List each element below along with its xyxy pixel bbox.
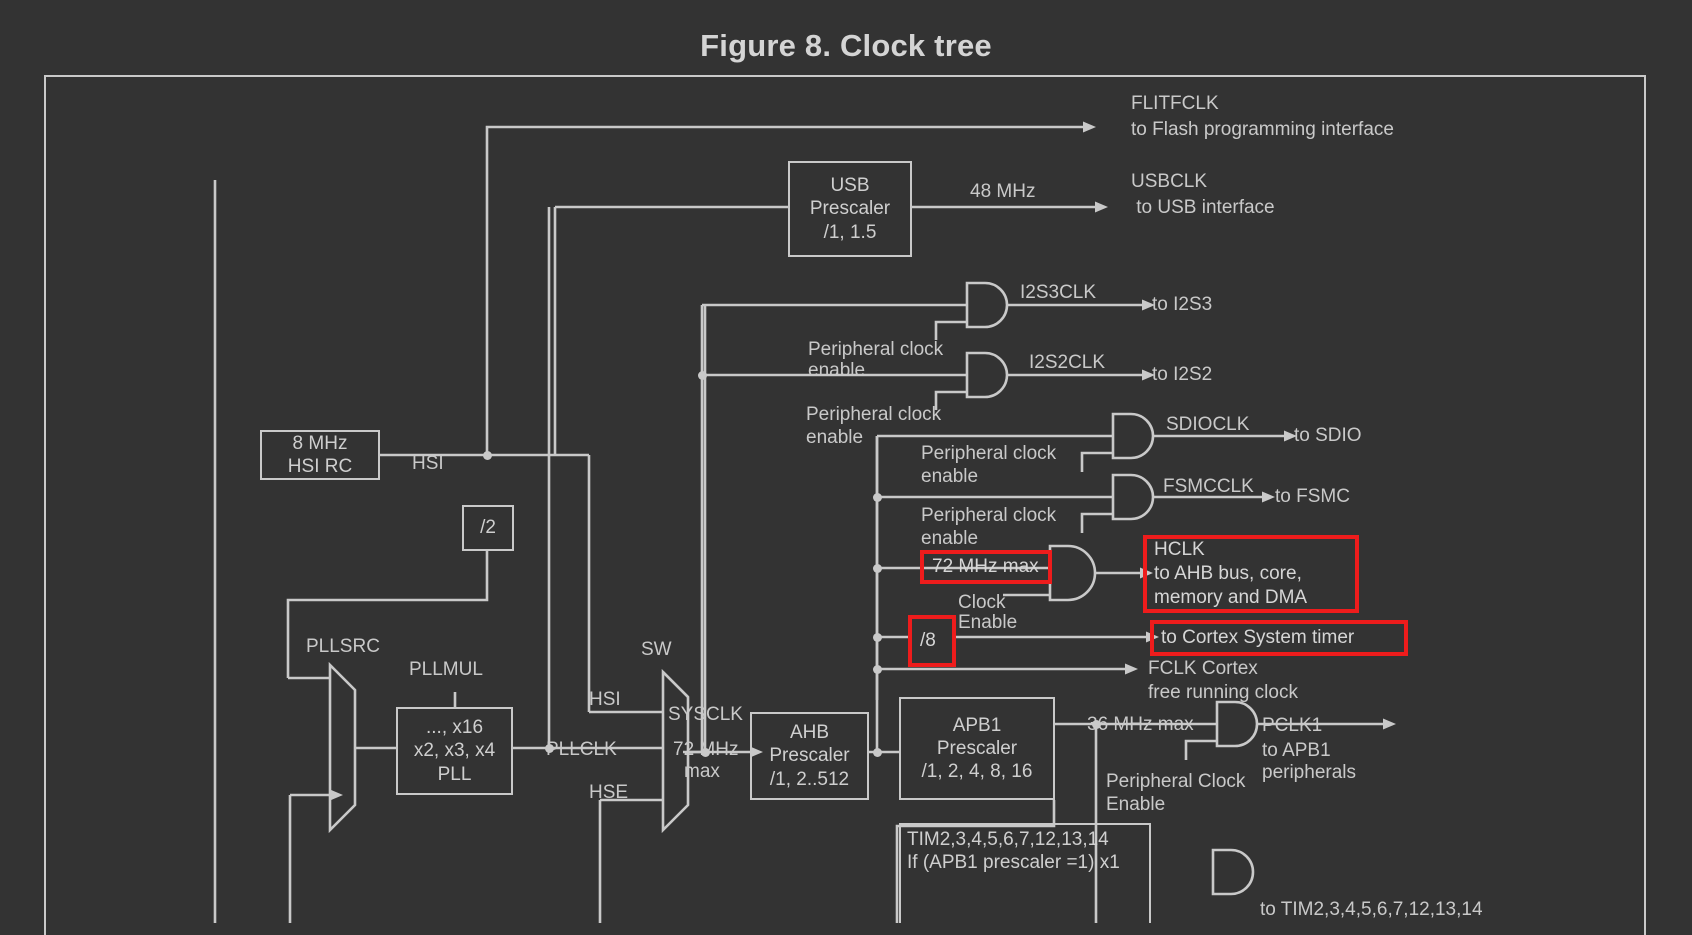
apb1-max-freq-label: 36 MHz max [1087, 714, 1194, 735]
enable-sdio-line1: Peripheral clock [921, 443, 1057, 464]
hsi-rc-line2: HSI RC [287, 456, 353, 477]
pllsrc-label: PLLSRC [306, 636, 380, 657]
hsi-rc-line1: 8 MHz [292, 432, 348, 454]
junction-i2s-feed [698, 371, 707, 380]
pllmul-block: ..., x16 x2, x3, x4 PLL [396, 707, 513, 795]
hsi-label: HSI [412, 453, 444, 474]
cortex-timer-label: to Cortex System timer [1161, 627, 1355, 649]
sysclk-note-line1: 72 MHz [673, 739, 739, 760]
ahb-prescaler-line3: /1, 2..512 [769, 768, 850, 790]
sysclk-note-line2: max [684, 761, 720, 782]
i2s2clk-name: I2S2CLK [1029, 352, 1106, 373]
pclk1-line1: PCLK1 [1262, 715, 1323, 736]
pllmul-line1: ..., x16 [425, 717, 484, 739]
div8-label: /8 [920, 630, 936, 652]
ahb-prescaler-line1: AHB [789, 722, 830, 744]
hclk-line2: to AHB bus, core, [1154, 563, 1302, 585]
apb1-prescaler-line3: /1, 2, 4, 8, 16 [921, 761, 1033, 783]
usb-prescaler-line1: USB [830, 175, 870, 197]
enable-i2s3-line2: enable [808, 360, 866, 381]
i2s3clk-name: I2S3CLK [1020, 282, 1097, 303]
hsi-rc-block: 8 MHz HSI RC [260, 430, 380, 480]
fclk-line2: free running clock [1148, 682, 1298, 703]
enable-hclk-line2: Enable [958, 612, 1018, 633]
tim-block: TIM2,3,4,5,6,7,12,13,14 If (APB1 prescal… [899, 823, 1151, 923]
hclk-max-highlight: 72 MHz max [920, 550, 1052, 584]
pllmul-line2: x2, x3, x4 [413, 740, 496, 762]
apb1-prescaler-line1: APB1 [952, 714, 1002, 736]
enable-apb1-line2: Enable [1106, 794, 1166, 815]
hclk-max-label: 72 MHz max [932, 556, 1039, 578]
hclk-line1: HCLK [1154, 539, 1205, 561]
junction-hsi [483, 451, 492, 460]
enable-i2s2-line1: Peripheral clock [806, 404, 942, 425]
page-title: Figure 8. Clock tree [700, 28, 992, 63]
enable-i2s2-line2: enable [806, 427, 864, 448]
cortex-timer-highlight: to Cortex System timer [1150, 620, 1408, 656]
fsmcclk-desc: to FSMC [1275, 486, 1350, 507]
i2s2clk-desc: to I2S2 [1152, 364, 1213, 385]
usbclk-freq: 48 MHz [970, 181, 1036, 202]
sdioclk-desc: to SDIO [1294, 425, 1362, 446]
usb-prescaler-block: USB Prescaler /1, 1.5 [788, 161, 912, 257]
junction-sdio-feed [873, 493, 882, 502]
junction-fclk-feed [873, 665, 882, 674]
div8-highlight: /8 [908, 615, 956, 667]
usbclk-desc: to USB interface [1131, 197, 1275, 218]
usb-prescaler-line2: Prescaler [809, 198, 891, 220]
i2s3clk-desc: to I2S3 [1152, 294, 1213, 315]
sw-label: SW [641, 639, 672, 660]
fsmcclk-name: FSMCCLK [1163, 476, 1254, 497]
enable-sdio-line2: enable [921, 466, 979, 487]
hclk-line3: memory and DMA [1154, 586, 1308, 608]
ahb-prescaler-line2: Prescaler [769, 745, 850, 767]
pllclk-label: PLLCLK [546, 739, 617, 760]
sdioclk-name: SDIOCLK [1166, 414, 1250, 435]
apb1-prescaler-block: APB1 Prescaler /1, 2, 4, 8, 16 [899, 697, 1055, 800]
usbclk-name: USBCLK [1131, 171, 1208, 192]
sw-input-hse-label: HSE [589, 782, 629, 803]
tim-line2: If (APB1 prescaler =1) x1 [907, 852, 1120, 874]
div2-label: /2 [480, 517, 496, 539]
sysclk-label: SYSCLK [668, 704, 743, 725]
junction-div8-feed [873, 633, 882, 642]
clock-tree-figure: Figure 8. Clock tree 8 MHz HSI RC /2 USB… [0, 0, 1692, 935]
ahb-prescaler-block: AHB Prescaler /1, 2..512 [750, 712, 869, 800]
div2-block: /2 [462, 505, 514, 551]
sw-input-hsi-label: HSI [589, 689, 621, 710]
enable-fsmc-line2: enable [921, 528, 979, 549]
pllmul-label: PLLMUL [409, 659, 483, 680]
flitfclk-name: FLITFCLK [1131, 93, 1219, 114]
apb1-prescaler-line2: Prescaler [936, 737, 1018, 759]
pllmul-line3: PLL [437, 763, 472, 785]
enable-fsmc-line1: Peripheral clock [921, 505, 1057, 526]
tim-output-label: to TIM2,3,4,5,6,7,12,13,14 [1260, 899, 1483, 920]
junction-ahb-out [873, 748, 882, 757]
usb-prescaler-line3: /1, 1.5 [823, 221, 877, 243]
pclk1-line2: to APB1 [1262, 740, 1331, 761]
flitfclk-desc: to Flash programming interface [1131, 119, 1394, 140]
junction-hclk-feed [873, 564, 882, 573]
fclk-line1: FCLK Cortex [1148, 658, 1258, 679]
tim-line1: TIM2,3,4,5,6,7,12,13,14 [907, 829, 1109, 850]
enable-apb1-line1: Peripheral Clock [1106, 771, 1246, 792]
hclk-output-highlight: HCLK to AHB bus, core, memory and DMA [1143, 535, 1359, 613]
pclk1-line3: peripherals [1262, 762, 1356, 783]
